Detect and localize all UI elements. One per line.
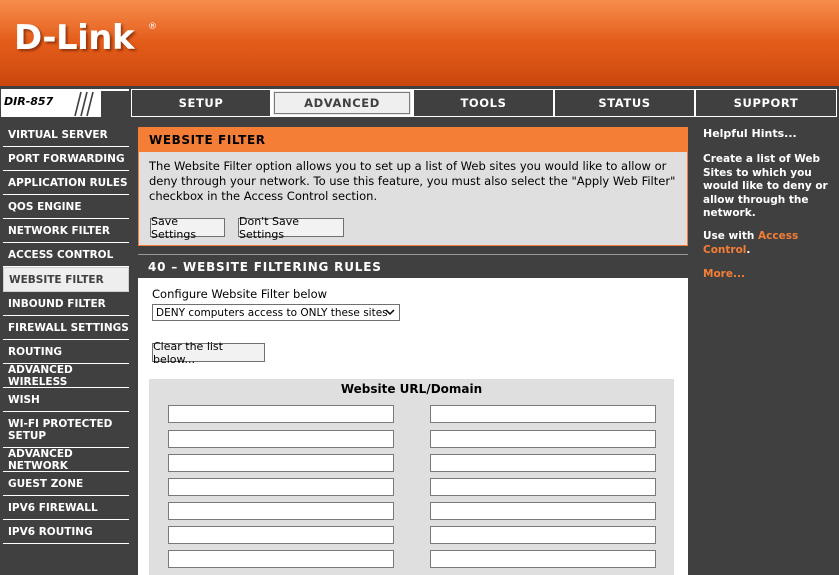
url-input[interactable] [168, 526, 394, 544]
tab-advanced-label: ADVANCED [274, 92, 410, 114]
main-content: WEBSITE FILTER The Website Filter option… [131, 120, 695, 575]
url-input[interactable] [168, 405, 394, 423]
sidebar-item-advanced-wireless[interactable]: ADVANCED WIRELESS [3, 364, 129, 388]
website-filter-section: WEBSITE FILTER The Website Filter option… [138, 127, 688, 246]
save-settings-button[interactable]: Save Settings [150, 215, 225, 241]
slash-decoration [67, 91, 129, 117]
url-input[interactable] [430, 526, 656, 544]
sidebar-item-website-filter[interactable]: WEBSITE FILTER [3, 267, 129, 292]
model-badge: DIR-857 [1, 89, 129, 117]
sidebar-item-routing[interactable]: ROUTING [3, 340, 129, 364]
tab-advanced[interactable]: ADVANCED [271, 89, 413, 117]
tab-tools[interactable]: TOOLS [413, 89, 554, 117]
sidebar-item-virtual-server[interactable]: VIRTUAL SERVER [3, 123, 129, 147]
sidebar-item-firewall-settings[interactable]: FIREWALL SETTINGS [3, 316, 129, 340]
hints-body: Create a list of Web Sites to which you … [703, 153, 828, 219]
sidebar-item-ipv6-firewall[interactable]: IPV6 FIREWALL [3, 496, 129, 520]
url-input[interactable] [430, 405, 656, 423]
url-input[interactable] [168, 430, 394, 448]
header-banner: D-Link ® [0, 0, 839, 86]
sidebar-item-advanced-network[interactable]: ADVANCED NETWORK [3, 448, 129, 472]
tab-support[interactable]: SUPPORT [695, 89, 837, 117]
filter-mode-value: DENY computers access to ONLY these site… [156, 306, 388, 319]
sidebar-item-application-rules[interactable]: APPLICATION RULES [3, 171, 129, 195]
sidebar-item-ipv6-routing[interactable]: IPV6 ROUTING [3, 520, 129, 544]
sidebar-item-wish[interactable]: WISH [3, 388, 129, 412]
url-input[interactable] [430, 502, 656, 520]
url-input[interactable] [168, 478, 394, 496]
dont-save-settings-button[interactable]: Don't Save Settings [238, 215, 344, 241]
url-input[interactable] [430, 478, 656, 496]
configure-label: Configure Website Filter below [152, 287, 328, 301]
section-title: WEBSITE FILTER [139, 128, 687, 152]
section-description: The Website Filter option allows you to … [149, 159, 676, 203]
rules-title: 40 – WEBSITE FILTERING RULES [138, 254, 688, 278]
hints-period: . [746, 243, 751, 256]
url-input[interactable] [430, 550, 656, 568]
url-input[interactable] [168, 502, 394, 520]
url-input[interactable] [430, 454, 656, 472]
sidebar-item-wifi-protected-setup[interactable]: WI-FI PROTECTED SETUP [3, 412, 129, 448]
url-input[interactable] [430, 430, 656, 448]
hints-use-with: Use with [703, 230, 755, 242]
clear-list-button[interactable]: Clear the list below... [152, 340, 265, 366]
dlink-logo: D-Link [14, 18, 135, 58]
url-domain-panel: Website URL/Domain [149, 379, 674, 575]
url-input[interactable] [168, 454, 394, 472]
sidebar-item-port-forwarding[interactable]: PORT FORWARDING [3, 147, 129, 171]
rules-section: Configure Website Filter below DENY comp… [138, 278, 688, 575]
url-column-header: Website URL/Domain [340, 382, 483, 396]
model-label: DIR-857 [4, 95, 54, 108]
filter-mode-select[interactable]: DENY computers access to ONLY these site… [152, 304, 400, 321]
hints-title: Helpful Hints... [703, 127, 797, 140]
sidebar-item-guest-zone[interactable]: GUEST ZONE [3, 472, 129, 496]
helpful-hints-panel: Helpful Hints... Create a list of Web Si… [695, 120, 839, 575]
tab-status[interactable]: STATUS [554, 89, 695, 117]
top-navigation: DIR-857 SETUP ADVANCED TOOLS STATUS SUPP… [0, 86, 839, 120]
sidebar-item-qos-engine[interactable]: QOS ENGINE [3, 195, 129, 219]
chevron-down-icon [385, 307, 395, 320]
hints-access-note: Use with Access Control. [703, 230, 829, 257]
sidebar-item-inbound-filter[interactable]: INBOUND FILTER [3, 292, 129, 316]
tab-setup[interactable]: SETUP [131, 89, 271, 117]
registered-mark: ® [148, 22, 157, 32]
sidebar-item-network-filter[interactable]: NETWORK FILTER [3, 219, 129, 243]
sidebar-item-access-control[interactable]: ACCESS CONTROL [3, 243, 129, 267]
sidebar: VIRTUAL SERVER PORT FORWARDING APPLICATI… [0, 120, 131, 575]
url-input[interactable] [168, 550, 394, 568]
more-hints-link[interactable]: More... [703, 268, 745, 280]
